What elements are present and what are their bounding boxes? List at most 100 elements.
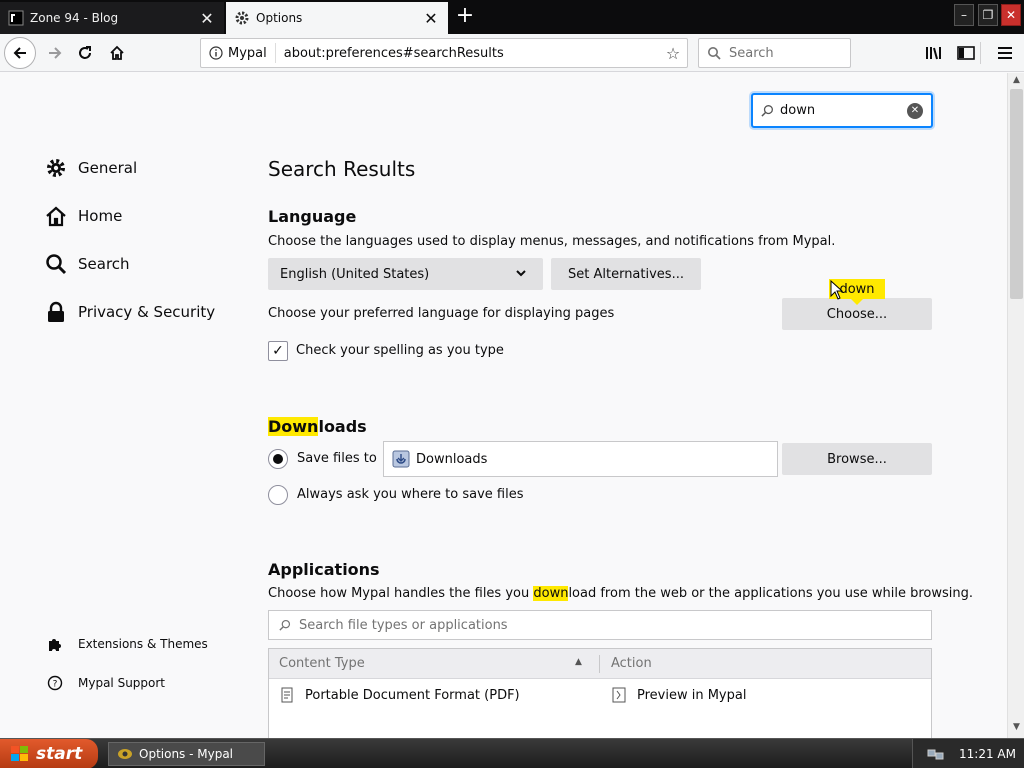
category-label: Search (78, 255, 130, 273)
gear-icon (234, 10, 250, 26)
applications-section-title: Applications (268, 560, 380, 579)
library-button[interactable] (921, 40, 947, 66)
close-tab-icon[interactable]: ✕ (198, 9, 216, 28)
back-arrow-icon (13, 47, 26, 59)
info-icon (209, 46, 223, 60)
navigation-toolbar: Mypal about:preferences#searchResults ☆ … (0, 34, 1024, 72)
reload-button[interactable] (70, 38, 100, 68)
category-search[interactable]: Search (44, 249, 244, 279)
tab-zone94-blog[interactable]: Zone 94 - Blog ✕ (0, 2, 224, 34)
folder-icon (392, 450, 410, 468)
search-match-highlight: down (533, 586, 569, 601)
web-search-input[interactable]: Search (698, 38, 851, 68)
table-header: Content Type ▲ Action (269, 649, 931, 679)
home-button[interactable] (102, 38, 132, 68)
tab-title: Zone 94 - Blog (30, 11, 119, 25)
page-title: Search Results (268, 157, 416, 181)
scroll-down-icon[interactable]: ▼ (1010, 722, 1023, 736)
url-bar[interactable]: Mypal about:preferences#searchResults ☆ (200, 38, 688, 68)
back-button[interactable] (4, 37, 36, 69)
search-match-highlight: Down (268, 417, 319, 436)
language-select[interactable]: English (United States) (268, 258, 543, 290)
new-tab-button[interactable]: + (452, 4, 478, 30)
bookmark-star-icon[interactable]: ☆ (659, 44, 687, 63)
applications-table: Content Type ▲ Action Portable Document … (268, 648, 932, 740)
close-tab-icon[interactable]: ✕ (422, 9, 440, 28)
toolbar-separator (980, 42, 981, 64)
set-alternatives-button[interactable]: Set Alternatives... (551, 258, 701, 290)
identity-label: Mypal (228, 45, 267, 61)
table-row[interactable]: Portable Document Format (PDF) Preview i… (269, 679, 931, 713)
column-separator (599, 655, 600, 673)
browse-button[interactable]: Browse... (782, 443, 932, 475)
preview-action-icon (612, 687, 626, 703)
home-icon (44, 204, 68, 228)
browser-window: Zone 94 - Blog ✕ Options ✕ + – ❐ ✕ Mypal… (0, 0, 1024, 768)
search-icon (708, 47, 721, 60)
link-label: Mypal Support (78, 676, 166, 690)
download-folder-name: Downloads (416, 451, 488, 467)
category-privacy-security[interactable]: Privacy & Security (44, 297, 244, 327)
category-general[interactable]: General (44, 153, 244, 183)
search-placeholder: Search (729, 45, 774, 61)
spell-check-label: Check your spelling as you type (296, 343, 504, 358)
taskbar-item-mypal[interactable]: Options - Mypal (108, 742, 265, 766)
action-column-header[interactable]: Action (611, 656, 652, 671)
mypal-support-link[interactable]: ? Mypal Support (46, 675, 165, 691)
scroll-up-icon[interactable]: ▲ (1010, 75, 1023, 89)
tab-options[interactable]: Options ✕ (226, 2, 448, 34)
library-icon (926, 47, 941, 60)
category-label: Privacy & Security (78, 303, 216, 321)
category-label: General (78, 159, 138, 177)
os-taskbar: start Options - Mypal 11:21 AM (0, 738, 1024, 768)
app-menu-button[interactable] (992, 40, 1018, 66)
network-icon (927, 749, 944, 760)
file-types-search-input[interactable]: Search file types or applications (268, 610, 932, 640)
gear-icon (44, 156, 68, 180)
applications-description: Choose how Mypal handles the files you d… (268, 586, 974, 601)
windows-logo-icon (11, 746, 28, 761)
spell-check-checkbox[interactable]: ✓ (268, 341, 288, 361)
scrollbar-thumb[interactable] (1010, 89, 1023, 299)
vertical-scrollbar[interactable]: ▲ ▼ (1007, 73, 1024, 738)
category-home[interactable]: Home (44, 201, 244, 231)
url-text[interactable]: about:preferences#searchResults (276, 46, 659, 61)
forward-button[interactable] (40, 38, 70, 68)
content-type-cell: Portable Document Format (PDF) (305, 687, 520, 703)
sidebar-toggle-button[interactable] (953, 40, 979, 66)
start-label: start (36, 744, 83, 764)
site-identity[interactable]: Mypal (201, 43, 276, 63)
zone94-favicon-icon (8, 10, 24, 26)
start-button[interactable]: start (0, 739, 98, 768)
system-tray: 11:21 AM (912, 739, 1024, 768)
reload-icon (79, 46, 91, 59)
clear-search-icon[interactable]: ✕ (907, 102, 923, 119)
link-label: Extensions & Themes (78, 637, 208, 651)
content-type-column-header[interactable]: Content Type (279, 656, 365, 671)
extensions-themes-link[interactable]: Extensions & Themes (46, 636, 208, 652)
sidebar-icon (957, 46, 975, 60)
always-ask-label: Always ask you where to save files (297, 487, 524, 502)
always-ask-radio[interactable] (268, 485, 288, 505)
mypal-app-icon (118, 749, 132, 759)
puzzle-piece-icon (46, 636, 64, 652)
sort-ascending-icon: ▲ (575, 657, 582, 667)
preferences-search-input[interactable]: down ✕ (751, 93, 933, 128)
category-label: Home (78, 207, 123, 225)
download-folder-field: Downloads (383, 441, 778, 477)
home-icon (110, 45, 124, 60)
mouse-cursor-icon (830, 280, 844, 300)
close-window-button[interactable]: ✕ (1001, 4, 1021, 26)
lock-icon (44, 300, 68, 324)
tab-strip: Zone 94 - Blog ✕ Options ✕ + – ❐ ✕ (0, 0, 1024, 34)
svg-text:?: ? (53, 680, 58, 690)
save-files-label: Save files to (297, 451, 377, 466)
search-icon (44, 252, 68, 276)
preferences-page: down ✕ General Home Search Privacy & Sec… (0, 73, 1007, 740)
preferences-search-value: down (780, 103, 816, 118)
minimize-window-button[interactable]: – (954, 4, 974, 26)
taskbar-item-label: Options - Mypal (139, 747, 234, 761)
help-icon: ? (46, 675, 64, 691)
restore-window-button[interactable]: ❐ (978, 4, 998, 26)
save-files-radio[interactable] (268, 449, 288, 469)
